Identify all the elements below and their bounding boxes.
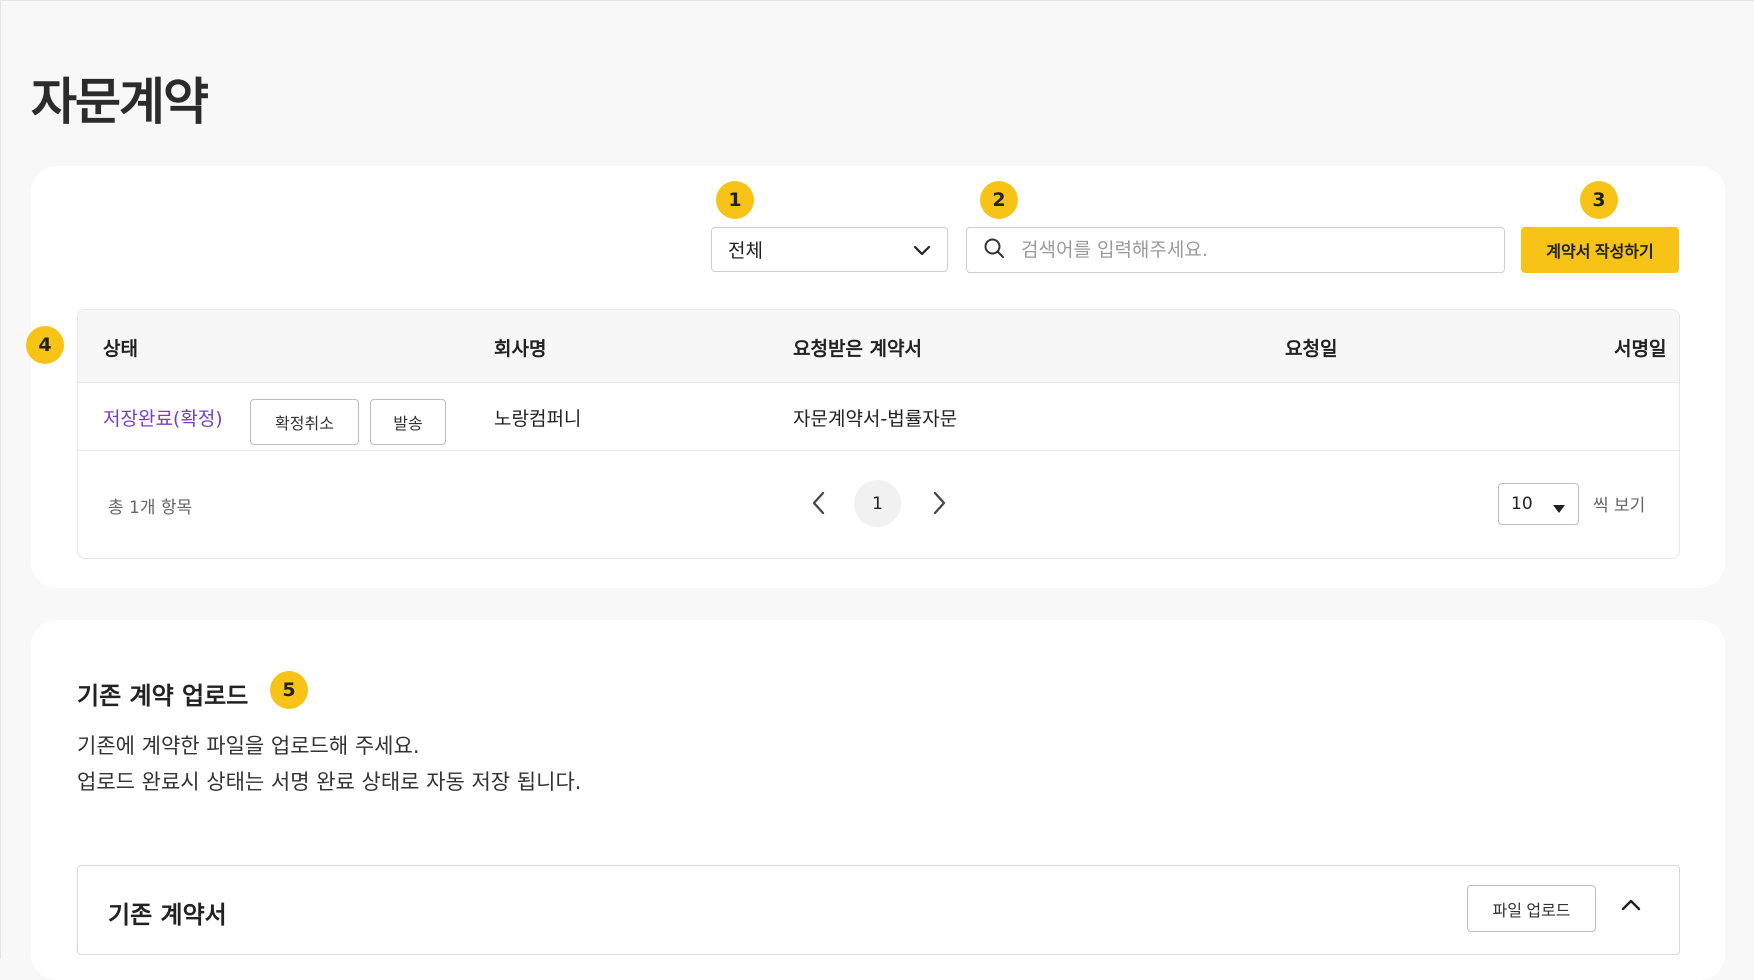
send-button[interactable]: 발송 [370,399,446,445]
column-header-company: 회사명 [494,338,547,360]
upload-description-line-2: 업로드 완료시 상태는 서명 완료 상태로 자동 저장 됩니다. [77,770,582,794]
existing-contracts-accordion: 기존 계약서 파일 업로드 [77,865,1680,955]
table-header: 상태 회사명 요청받은 계약서 요청일 서명일 [78,310,1679,383]
top-border [0,0,1754,1]
caret-down-icon [1552,499,1566,519]
chevron-left-icon[interactable] [809,490,829,520]
company-name: 노랑컴퍼니 [494,408,582,430]
total-count: 총 1개 항목 [108,498,193,518]
left-border [0,0,1,959]
search-box[interactable] [966,227,1505,273]
chevron-right-icon[interactable] [929,490,949,520]
accordion-title: 기존 계약서 [108,901,227,929]
table-row[interactable]: 저장완료(확정) 확정취소 발송 노랑컴퍼니 자문계약서-법률자문 [78,383,1679,451]
column-header-status: 상태 [103,338,138,360]
status-filter-select[interactable]: 전체 [711,227,948,272]
chevron-down-icon [911,239,933,266]
file-upload-button[interactable]: 파일 업로드 [1467,885,1596,932]
column-header-requested-date: 요청일 [1285,338,1338,360]
page-number[interactable]: 1 [854,480,901,527]
contract-name[interactable]: 자문계약서-법률자문 [793,404,957,431]
column-header-signed-date: 서명일 [1614,338,1667,360]
search-icon [983,237,1005,263]
page-size-value: 10 [1511,494,1533,514]
chevron-up-icon[interactable] [1618,892,1644,922]
status-text: 저장완료(확정) [103,408,223,430]
step-badge-3: 3 [1580,181,1618,219]
contract-table: 상태 회사명 요청받은 계약서 요청일 서명일 저장완료(확정) 확정취소 발송… [77,309,1680,559]
step-badge-4: 4 [26,326,64,364]
step-badge-5: 5 [270,671,308,709]
page-size-select[interactable]: 10 [1498,483,1579,525]
cancel-confirm-button[interactable]: 확정취소 [250,399,359,445]
page-title: 자문계약 [31,73,209,131]
search-input[interactable] [1019,238,1493,262]
page-size-suffix: 씩 보기 [1593,496,1646,516]
column-header-contract: 요청받은 계약서 [793,338,922,360]
upload-description-line-1: 기존에 계약한 파일을 업로드해 주세요. [77,734,420,758]
step-badge-2: 2 [980,181,1018,219]
upload-section-title: 기존 계약 업로드 [77,682,249,710]
status-filter-value: 전체 [728,240,763,262]
step-badge-1: 1 [716,181,754,219]
create-contract-button[interactable]: 계약서 작성하기 [1521,227,1679,273]
